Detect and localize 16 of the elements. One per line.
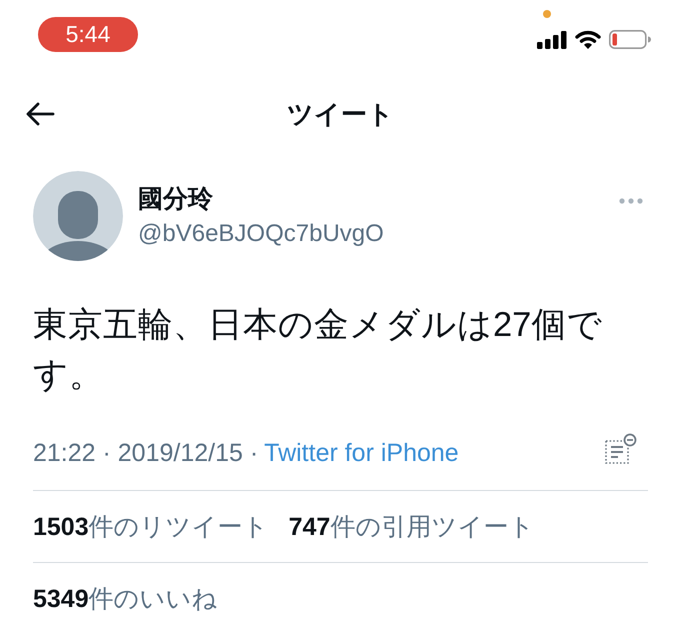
stat-text[interactable]: 5349件のいいね	[33, 584, 218, 614]
back-arrow-icon[interactable]	[25, 102, 55, 126]
battery-icon	[609, 30, 651, 49]
page-title: ツイート	[287, 98, 394, 131]
author-handle: @bV6eBJOQc7bUvgO	[138, 218, 384, 248]
tweet-timestamp: 21:22 · 2019/12/15 ·	[33, 438, 258, 468]
dotted-list-icon[interactable]	[604, 433, 638, 465]
tweet-text: 東京五輪、日本の金メダルは27個です。	[33, 305, 604, 396]
avatar-icon	[33, 171, 123, 261]
indicator-dot-icon	[543, 10, 551, 18]
wifi-icon	[575, 30, 601, 49]
stat-text[interactable]: 747件の引用ツイート	[288, 512, 534, 542]
author-name: 國分玲	[138, 184, 213, 214]
stat-text[interactable]: 1503件のリツイート	[33, 512, 269, 542]
signal-icon	[537, 30, 567, 48]
status-time: 5:44	[38, 17, 138, 52]
